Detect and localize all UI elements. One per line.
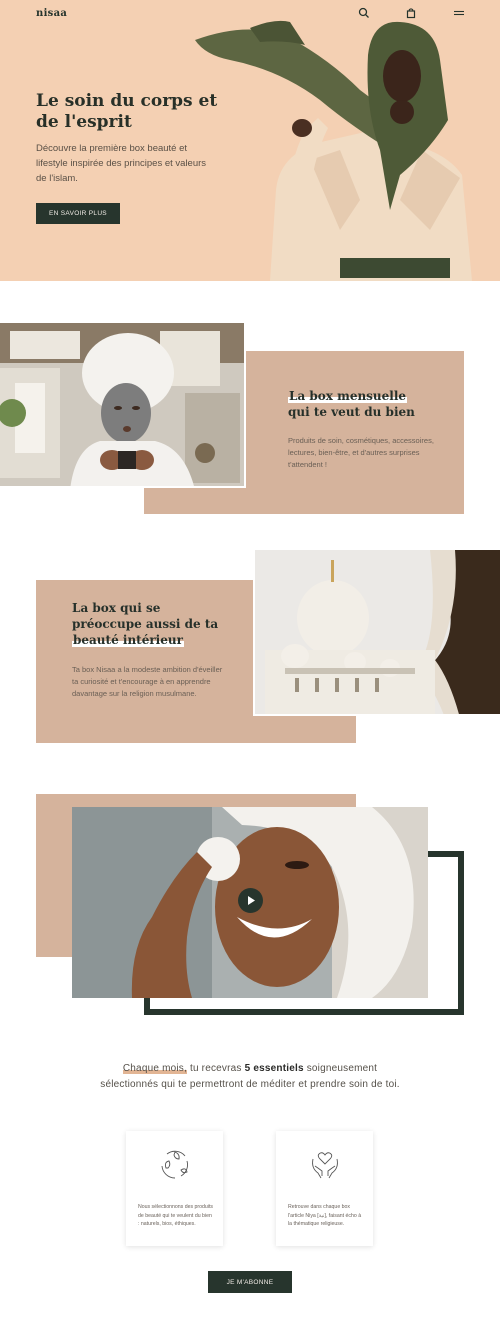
monthly-box-title-line1: La box mensuelle — [288, 389, 408, 403]
subscribe-button[interactable]: JE M'ABONNE — [208, 1271, 292, 1293]
hero-photo — [195, 20, 472, 281]
search-icon[interactable] — [357, 6, 371, 20]
monthly-box-text: Produits de soin, cosmétiques, accessoir… — [288, 436, 434, 469]
mask-woman-photo — [0, 321, 246, 488]
intro-emphasis: Chaque mois, — [122, 1063, 187, 1074]
leaf-recycle-icon — [157, 1146, 193, 1182]
bag-icon[interactable] — [404, 6, 418, 20]
top-navigation: nisaa — [0, 0, 500, 28]
monthly-box-title-line2: qui te veut du bien — [288, 405, 415, 419]
heart-hands-icon — [307, 1146, 343, 1182]
brand-logo[interactable]: nisaa — [36, 8, 67, 19]
play-button[interactable] — [238, 888, 263, 913]
mosque-photo — [253, 548, 500, 716]
feature-card-natural: Nous sélectionnons des produits de beaut… — [126, 1131, 223, 1246]
inner-beauty-title: La box qui se préoccupe aussi de ta beau… — [72, 600, 242, 648]
learn-more-button[interactable]: EN SAVOIR PLUS — [36, 203, 120, 224]
play-icon — [248, 896, 255, 905]
inner-beauty-title-line3: beauté intérieur — [72, 633, 184, 647]
inner-beauty-title-line2: préoccupe aussi de ta — [72, 617, 219, 631]
hero-title: Le soin du corps et de l'esprit — [36, 91, 218, 132]
menu-icon[interactable] — [452, 6, 466, 20]
hero-subtitle: Découvre la première box beauté et lifes… — [36, 143, 207, 184]
inner-beauty-title-line1: La box qui se — [72, 601, 161, 615]
intro-count: 5 essentiels — [244, 1063, 304, 1074]
feature-card-spiritual: Retrouve dans chaque box l'article Niya … — [276, 1131, 373, 1246]
feature-text-spiritual: Retrouve dans chaque box l'article Niya … — [288, 1204, 362, 1227]
intro-text-1: tu recevras — [186, 1063, 245, 1074]
essentials-intro: Chaque mois, tu recevras 5 essentiels so… — [100, 1061, 400, 1092]
inner-beauty-text: Ta box Nisaa a la modeste ambition d'éve… — [72, 665, 223, 698]
monthly-box-title: La box mensuelle qui te veut du bien — [288, 388, 448, 420]
feature-text-natural: Nous sélectionnons des produits de beaut… — [138, 1204, 213, 1227]
hero-section: Le soin du corps et de l'esprit Découvre… — [0, 0, 500, 281]
